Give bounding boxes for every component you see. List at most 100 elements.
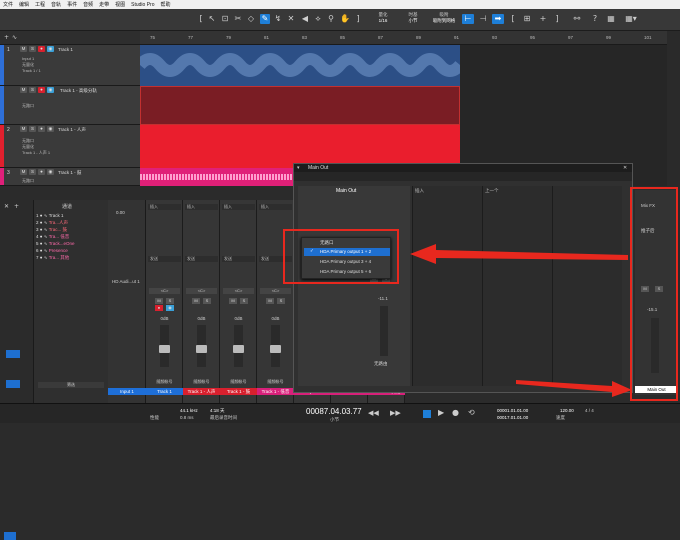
menu-transport[interactable]: 走带: [99, 1, 109, 8]
stop-button[interactable]: [423, 410, 431, 418]
monitor-button[interactable]: ◉: [166, 305, 174, 311]
pencil-tool-icon[interactable]: ✎: [260, 14, 270, 24]
arrange-scrollbar[interactable]: [667, 31, 680, 186]
mute-button[interactable]: M: [20, 126, 27, 132]
audio-clip-drums[interactable]: [140, 168, 295, 186]
fader-cap[interactable]: [233, 345, 244, 353]
record-button[interactable]: ●: [38, 87, 45, 93]
menu-file[interactable]: 文件: [3, 1, 13, 8]
strip-label[interactable]: Track 1 - 低音: [257, 388, 294, 395]
menu-studio-pro[interactable]: Studio Pro: [131, 2, 154, 8]
menu-project[interactable]: 工程: [35, 1, 45, 8]
chevron-down-icon[interactable]: ▾: [297, 165, 300, 171]
track-name[interactable]: Track 1 - 人声: [58, 127, 86, 133]
empty-column[interactable]: [552, 186, 622, 386]
snap-events-icon[interactable]: ⊣: [478, 14, 488, 24]
autoscroll-icon[interactable]: ⊞: [522, 14, 532, 24]
quantize-dropdown[interactable]: 量化 1/16: [368, 12, 398, 23]
record-button[interactable]: ●: [155, 305, 163, 311]
play-icon[interactable]: ▶: [438, 408, 444, 417]
loop-start[interactable]: 00001.01.01.00: [497, 408, 528, 413]
mute-button[interactable]: M: [229, 298, 237, 304]
insert-slot[interactable]: 插入: [222, 204, 255, 210]
channels-tab[interactable]: [4, 532, 16, 540]
help-icon[interactable]: ?: [590, 14, 600, 24]
mute-tool-icon[interactable]: ✕: [286, 14, 296, 24]
solo-button[interactable]: S: [240, 298, 248, 304]
strip-footer[interactable]: 随频帐号: [186, 379, 217, 385]
fader-cap[interactable]: [159, 345, 170, 353]
strip-footer[interactable]: 随频帐号: [223, 379, 254, 385]
rewind-icon[interactable]: ◀◀: [368, 409, 379, 417]
strip-label[interactable]: Track 1 - 鼓: [220, 388, 257, 395]
bend-marker-icon[interactable]: ⟡: [313, 14, 323, 24]
track-output[interactable]: Track 1 / 1: [22, 68, 41, 73]
menu-audio[interactable]: 音频: [83, 1, 93, 8]
track-input[interactable]: 无路口: [22, 178, 34, 184]
automation-icon[interactable]: ∿: [12, 34, 17, 41]
track-name[interactable]: Track 1 - 鼓: [58, 170, 81, 176]
audition-tool-icon[interactable]: ◀: [300, 14, 310, 24]
zoom-tool-icon[interactable]: ⚲: [326, 14, 336, 24]
monitor-button[interactable]: ◉: [47, 87, 54, 93]
menu-help[interactable]: 帮助: [160, 1, 170, 8]
fader-cap[interactable]: [196, 345, 207, 353]
track-input[interactable]: 无路口: [22, 103, 34, 109]
list-item[interactable]: 7 ● ∿ Tra... 其他: [36, 254, 108, 261]
strip-label[interactable]: Track 1 - 人声: [183, 388, 220, 395]
main-out-fader[interactable]: [380, 306, 388, 356]
close-icon[interactable]: ✕: [623, 165, 627, 171]
solo-button[interactable]: S: [29, 46, 36, 52]
solo-button[interactable]: S: [29, 87, 36, 93]
pan-knob[interactable]: <C>: [223, 288, 254, 294]
add-icon[interactable]: +: [14, 203, 19, 210]
mute-button[interactable]: M: [266, 298, 274, 304]
menu-view[interactable]: 视图: [115, 1, 125, 8]
menu-edit[interactable]: 编辑: [19, 1, 29, 8]
menu-event[interactable]: 事件: [67, 1, 77, 8]
position-display[interactable]: 00087.04.03.77: [306, 407, 362, 416]
split-tool-icon[interactable]: ✂: [233, 14, 243, 24]
tempo[interactable]: 120.00: [560, 408, 574, 413]
channel-filter-input[interactable]: 筛选: [38, 382, 104, 388]
solo-button[interactable]: S: [277, 298, 285, 304]
track-row[interactable]: M S ● ◉ Track 1 - 高级分轨 无路口: [0, 86, 140, 125]
pan-knob[interactable]: <C>: [260, 288, 291, 294]
insert-slot[interactable]: 插入: [185, 204, 218, 210]
track-row[interactable]: 3 M S ● ◉ Track 1 - 鼓 无路口: [0, 168, 140, 186]
snap-cursor-icon[interactable]: ➡: [492, 14, 504, 24]
insert-slot[interactable]: 插入: [148, 204, 181, 210]
list-mode-button[interactable]: [6, 380, 20, 388]
list-item[interactable]: 1 ● ∿ Track 1: [36, 212, 108, 219]
mute-button[interactable]: M: [155, 298, 163, 304]
list-item[interactable]: 2 ● ∿ Tra...人声: [36, 219, 108, 226]
track-output[interactable]: Track 1 - 人声 1: [22, 150, 50, 156]
position-format[interactable]: 小节: [330, 417, 339, 423]
insert-column[interactable]: 插入: [412, 186, 482, 386]
mute-button[interactable]: M: [192, 298, 200, 304]
strip-label[interactable]: Track 1: [146, 388, 183, 395]
loop-icon[interactable]: ⟲: [468, 408, 475, 417]
monitor-button[interactable]: ◉: [47, 169, 54, 175]
link-icon[interactable]: ⚯: [572, 14, 582, 24]
input-channel-label[interactable]: Input 1: [108, 388, 146, 395]
record-icon[interactable]: ●: [452, 408, 459, 417]
list-item[interactable]: 3 ● ∿ Trac... 鼓: [36, 226, 108, 233]
bend-tool-icon[interactable]: ↯: [273, 14, 283, 24]
monitor-button[interactable]: ◉: [47, 126, 54, 132]
timeline-ruler[interactable]: 75 77 79 81 83 85 87 89 91 93 95 97 99 1…: [140, 31, 667, 45]
mute-button[interactable]: M: [20, 46, 27, 52]
solo-button[interactable]: S: [166, 298, 174, 304]
add-track-icon[interactable]: +: [4, 34, 9, 41]
strip-footer[interactable]: 随频帐号: [260, 379, 291, 385]
pan-knob[interactable]: <C>: [186, 288, 217, 294]
solo-button[interactable]: S: [203, 298, 211, 304]
solo-button[interactable]: S: [29, 169, 36, 175]
send-slot[interactable]: 发送: [185, 256, 218, 262]
track-name[interactable]: Track 1: [58, 47, 73, 52]
window-icon[interactable]: ▦: [606, 14, 616, 24]
track-row[interactable]: 2 M S ● ◉ Track 1 - 人声 无路口 无量化 Track 1 -…: [0, 125, 140, 168]
arrow-tool-icon[interactable]: ↖: [207, 14, 217, 24]
record-button[interactable]: ●: [38, 126, 45, 132]
list-item[interactable]: 5 ● ∿ Track...eOne: [36, 240, 108, 247]
